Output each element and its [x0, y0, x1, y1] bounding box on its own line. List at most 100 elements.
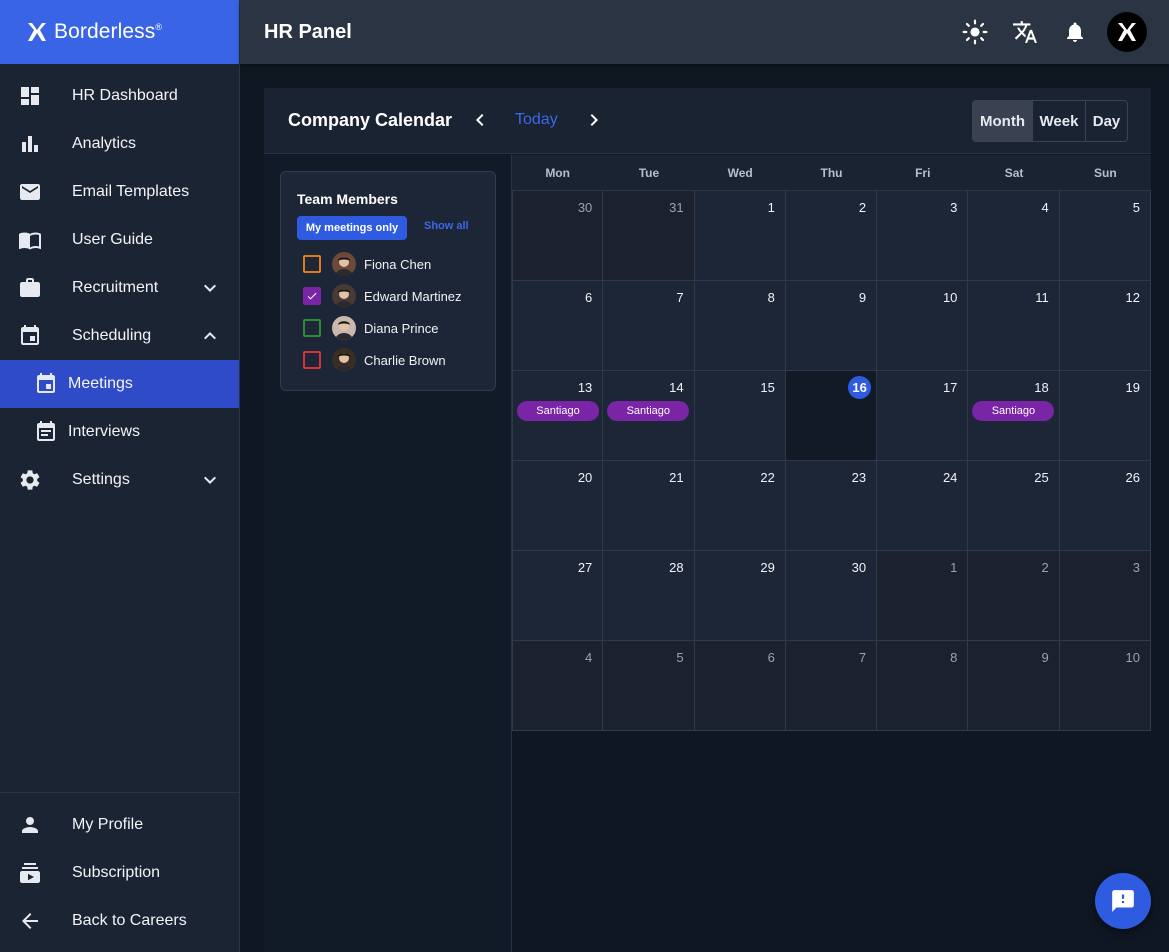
- day-number: 3: [950, 200, 958, 215]
- team-member-checkbox[interactable]: [303, 319, 321, 337]
- chevron-down-icon[interactable]: [198, 276, 222, 300]
- weekday-label: Sat: [1004, 166, 1024, 180]
- sidebar-item-email-templates[interactable]: Email Templates: [0, 168, 239, 216]
- sidebar-item-label: Meetings: [68, 375, 133, 392]
- day-number: 26: [1125, 470, 1140, 485]
- sidebar-item-my-profile[interactable]: My Profile: [0, 801, 239, 849]
- view-month-button[interactable]: Month: [973, 101, 1033, 141]
- day-cell[interactable]: 26: [1059, 461, 1151, 551]
- day-cell[interactable]: 7: [785, 641, 878, 731]
- day-cell[interactable]: 19: [1059, 371, 1151, 461]
- day-cell[interactable]: 10: [877, 281, 969, 371]
- day-cell[interactable]: 8: [877, 641, 969, 731]
- day-cell[interactable]: 31: [603, 191, 695, 281]
- brand-header[interactable]: Borderless®: [0, 0, 239, 64]
- page-title: HR Panel: [264, 20, 352, 43]
- today-button[interactable]: Today: [515, 111, 558, 129]
- day-cell[interactable]: 20: [512, 461, 604, 551]
- day-cell[interactable]: 4: [512, 641, 604, 731]
- day-cell[interactable]: 29: [694, 551, 786, 641]
- day-cell[interactable]: 21: [603, 461, 695, 551]
- team-member-row: Diana Prince: [303, 316, 438, 340]
- day-number: 19: [1125, 380, 1140, 395]
- sidebar-item-scheduling[interactable]: Scheduling: [0, 312, 239, 360]
- sidebar-item-hr-dashboard[interactable]: HR Dashboard: [0, 72, 239, 120]
- sun-icon[interactable]: [961, 18, 989, 46]
- sidebar-item-user-guide[interactable]: User Guide: [0, 216, 239, 264]
- event-chip[interactable]: Santiago: [517, 401, 599, 421]
- day-cell[interactable]: 6: [694, 641, 786, 731]
- day-cell[interactable]: 2: [968, 551, 1060, 641]
- sidebar-item-back-to-careers[interactable]: Back to Careers: [0, 897, 239, 945]
- chevron-up-icon[interactable]: [198, 324, 222, 348]
- day-cell[interactable]: 13 Santiago: [512, 371, 604, 461]
- day-cell[interactable]: 3: [1059, 551, 1151, 641]
- team-member-row: Fiona Chen: [303, 252, 431, 276]
- calendar-toolbar: Company Calendar Today Month Week Day: [264, 88, 1151, 154]
- day-cell[interactable]: 23: [785, 461, 878, 551]
- day-cell[interactable]: 27: [512, 551, 604, 641]
- sidebar-item-recruitment[interactable]: Recruitment: [0, 264, 239, 312]
- day-cell-today[interactable]: 16: [785, 371, 878, 461]
- show-all-link[interactable]: Show all: [424, 220, 469, 232]
- day-number: 6: [767, 650, 775, 665]
- day-cell[interactable]: 9: [785, 281, 878, 371]
- day-cell[interactable]: 30: [785, 551, 878, 641]
- bell-icon[interactable]: [1061, 18, 1089, 46]
- day-cell[interactable]: 9: [968, 641, 1060, 731]
- chevron-right-icon[interactable]: [582, 108, 606, 132]
- day-number: 25: [1034, 470, 1049, 485]
- team-member-checkbox[interactable]: [303, 255, 321, 273]
- view-day-button[interactable]: Day: [1086, 101, 1127, 141]
- user-avatar[interactable]: [1107, 12, 1147, 52]
- day-number: 14: [669, 380, 684, 395]
- my-meetings-only-button[interactable]: My meetings only: [297, 216, 407, 240]
- day-cell[interactable]: 3: [877, 191, 969, 281]
- translate-icon[interactable]: [1011, 18, 1039, 46]
- chevron-left-icon[interactable]: [468, 108, 492, 132]
- team-member-checkbox[interactable]: [303, 287, 321, 305]
- day-cell[interactable]: 22: [694, 461, 786, 551]
- day-cell[interactable]: 4: [968, 191, 1060, 281]
- member-name: Edward Martinez: [364, 288, 462, 304]
- feedback-button[interactable]: [1095, 873, 1151, 929]
- week-row: 20 21 22 23 24 25 26: [512, 461, 1151, 551]
- day-number: 9: [1041, 650, 1049, 665]
- day-number: 6: [585, 290, 593, 305]
- day-number: 3: [1132, 560, 1140, 575]
- day-cell[interactable]: 14 Santiago: [603, 371, 695, 461]
- day-cell[interactable]: 2: [785, 191, 878, 281]
- day-cell[interactable]: 5: [603, 641, 695, 731]
- day-cell[interactable]: 25: [968, 461, 1060, 551]
- day-cell[interactable]: 1: [877, 551, 969, 641]
- day-cell[interactable]: 24: [877, 461, 969, 551]
- event-chip[interactable]: Santiago: [607, 401, 690, 421]
- day-cell[interactable]: 15: [694, 371, 786, 461]
- day-cell[interactable]: 28: [603, 551, 695, 641]
- day-cell[interactable]: 5: [1059, 191, 1151, 281]
- day-number: 27: [577, 560, 593, 575]
- sidebar-item-meetings[interactable]: Meetings: [0, 360, 239, 408]
- day-cell[interactable]: 1: [694, 191, 786, 281]
- event-chip[interactable]: Santiago: [972, 401, 1055, 421]
- topbar-actions: [939, 0, 1147, 64]
- team-member-checkbox[interactable]: [303, 351, 321, 369]
- chevron-down-icon[interactable]: [198, 468, 222, 492]
- day-cell[interactable]: 18 Santiago: [968, 371, 1060, 461]
- sidebar-item-analytics[interactable]: Analytics: [0, 120, 239, 168]
- day-cell[interactable]: 6: [512, 281, 604, 371]
- day-cell[interactable]: 10: [1059, 641, 1151, 731]
- view-week-button[interactable]: Week: [1033, 101, 1086, 141]
- day-cell[interactable]: 30: [512, 191, 604, 281]
- sidebar-item-subscription[interactable]: Subscription: [0, 849, 239, 897]
- weekday-label: Sun: [1093, 166, 1117, 180]
- day-cell[interactable]: 12: [1059, 281, 1151, 371]
- day-cell[interactable]: 17: [877, 371, 969, 461]
- day-cell[interactable]: 7: [603, 281, 695, 371]
- day-cell[interactable]: 8: [694, 281, 786, 371]
- borderless-logo-icon: [28, 23, 46, 41]
- day-cell[interactable]: 11: [968, 281, 1060, 371]
- member-avatar: [332, 316, 356, 340]
- sidebar-item-interviews[interactable]: Interviews: [0, 408, 239, 456]
- sidebar-item-settings[interactable]: Settings: [0, 456, 239, 504]
